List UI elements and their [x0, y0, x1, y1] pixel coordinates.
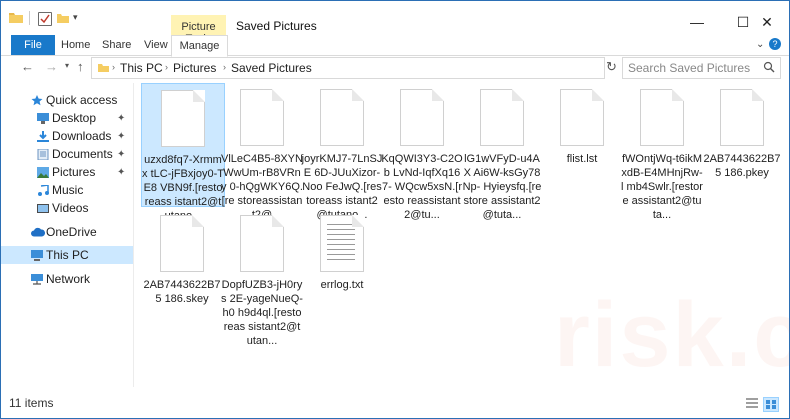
status-bar: 11 items	[1, 390, 789, 418]
customize-toolbar-icon[interactable]: ▾	[73, 12, 78, 26]
text-line	[327, 229, 355, 230]
file-item[interactable]: VlLeC4B5-8XYN WwUm-rB8VRny 0-hQgWKY6Q.[r…	[221, 83, 303, 222]
search-icon[interactable]	[763, 61, 775, 73]
search-box[interactable]: Search Saved Pictures	[622, 57, 781, 79]
computer-icon	[31, 249, 43, 261]
sidebar-item-videos[interactable]: Videos	[1, 199, 133, 217]
recent-locations-icon[interactable]: ▾	[65, 61, 69, 70]
folder-icon	[98, 64, 109, 72]
text-line	[327, 234, 355, 235]
file-icon	[320, 89, 364, 146]
new-folder-icon[interactable]	[57, 13, 69, 23]
ribbon-tabs: File Home Share View Manage ⌄ ?	[1, 35, 789, 57]
file-icon	[400, 89, 444, 146]
text-line	[327, 224, 355, 225]
pin-icon[interactable]: ✦	[117, 131, 125, 142]
pin-icon[interactable]: ✦	[117, 149, 125, 160]
file-icon	[161, 90, 205, 147]
desktop-icon	[37, 112, 49, 124]
breadcrumb-separator[interactable]: ›	[112, 62, 115, 72]
file-item[interactable]: KqQWI3Y3-C2Ob LvNd-IqfXq167- WQcw5xsN.[r…	[381, 83, 463, 222]
text-line	[327, 254, 355, 255]
tab-share[interactable]: Share	[102, 35, 131, 55]
refresh-icon[interactable]: ↻	[606, 59, 617, 75]
file-icon	[240, 89, 284, 146]
file-item[interactable]: lG1wVFyD-u4AX Ai6W-ksGy78Np- Hyieysfq.[r…	[461, 83, 543, 222]
file-item[interactable]: fWOntjWq-t6ikM xdB-E4MHnjRw-l mb4Swlr.[r…	[621, 83, 703, 222]
text-line	[327, 249, 355, 250]
documents-icon	[37, 148, 49, 160]
sidebar-item-network[interactable]: Network	[1, 270, 133, 288]
file-list: uzxd8fq7-Xrmmx tLC-jFBxjoy0-TE8 VBN9f.[r…	[134, 83, 790, 387]
folder-icon[interactable]	[9, 12, 23, 23]
file-icon	[160, 215, 204, 272]
back-arrow-icon[interactable]: ←	[21, 59, 34, 74]
file-icon	[560, 89, 604, 146]
breadcrumb-pictures[interactable]: Pictures	[173, 61, 216, 75]
file-item[interactable]: 2AB7443622B75 186.pkey	[701, 83, 783, 180]
text-line	[327, 239, 355, 240]
text-line	[327, 259, 355, 260]
sidebar-item-this-pc[interactable]: This PC	[1, 246, 133, 264]
file-item[interactable]: joyrKMJ7-7LnSJE 6D-JUuXizor-Noo FeJwQ.[r…	[301, 83, 383, 222]
videos-icon	[37, 203, 49, 213]
file-icon	[480, 89, 524, 146]
file-item[interactable]: flist.lst	[541, 83, 623, 166]
tab-manage[interactable]: Manage	[171, 35, 228, 57]
up-arrow-icon[interactable]: ↑	[77, 59, 84, 74]
downloads-icon	[37, 130, 49, 142]
properties-icon[interactable]	[38, 12, 52, 26]
breadcrumb-separator[interactable]: ›	[165, 62, 168, 72]
file-item[interactable]: errlog.txt	[301, 209, 383, 292]
navigation-pane: Quick access Desktop ✦ Downloads ✦ Docum…	[1, 83, 134, 387]
details-view-icon[interactable]	[745, 397, 759, 410]
sidebar-item-quick-access[interactable]: Quick access	[1, 91, 133, 109]
file-icon	[240, 215, 284, 272]
tab-view[interactable]: View	[144, 35, 168, 55]
title-bar: ▾ Picture Tools Saved Pictures — ☐ ✕	[1, 1, 790, 45]
breadcrumb-this-pc[interactable]: This PC	[120, 61, 163, 75]
file-item[interactable]: 2AB7443622B75 186.skey	[141, 209, 223, 306]
sidebar-item-pictures[interactable]: Pictures ✦	[1, 163, 133, 181]
minimize-button[interactable]: —	[674, 9, 720, 35]
cloud-icon	[31, 227, 45, 236]
file-icon	[720, 89, 764, 146]
pin-icon[interactable]: ✦	[117, 167, 125, 178]
watermark: risk.com	[554, 284, 790, 386]
expand-ribbon-icon[interactable]: ⌄	[756, 39, 764, 50]
item-count: 11 items	[9, 396, 54, 410]
sidebar-item-desktop[interactable]: Desktop ✦	[1, 109, 133, 127]
sidebar-item-documents[interactable]: Documents ✦	[1, 145, 133, 163]
network-icon	[31, 273, 43, 285]
navigation-bar: ← → ▾ ↑ › This PC › Pictures › Saved Pic…	[1, 56, 789, 80]
help-icon[interactable]: ?	[769, 38, 781, 50]
search-input[interactable]: Search Saved Pictures	[628, 61, 750, 75]
breadcrumb-saved-pictures[interactable]: Saved Pictures	[231, 61, 312, 75]
forward-arrow-icon[interactable]: →	[45, 59, 58, 74]
file-item[interactable]: uzxd8fq7-Xrmmx tLC-jFBxjoy0-TE8 VBN9f.[r…	[141, 83, 225, 222]
music-icon	[38, 184, 49, 196]
sidebar-item-music[interactable]: Music	[1, 181, 133, 199]
pictures-icon	[37, 166, 49, 178]
star-icon	[31, 94, 43, 105]
pin-icon[interactable]: ✦	[117, 113, 125, 124]
tab-file[interactable]: File	[11, 35, 55, 55]
large-icons-view-icon[interactable]	[763, 397, 779, 412]
toolbar-divider	[29, 11, 30, 25]
explorer-window: ▾ Picture Tools Saved Pictures — ☐ ✕ Fil…	[0, 0, 790, 419]
window-title: Saved Pictures	[236, 19, 317, 33]
breadcrumb-separator[interactable]: ›	[223, 62, 226, 72]
text-line	[327, 244, 355, 245]
text-file-icon	[320, 215, 364, 272]
file-item[interactable]: DopfUZB3-jH0rys 2E-yageNueQ-h0 h9d4ql.[r…	[221, 209, 303, 348]
sidebar-item-onedrive[interactable]: OneDrive	[1, 223, 133, 241]
sidebar-item-downloads[interactable]: Downloads ✦	[1, 127, 133, 145]
tab-home[interactable]: Home	[61, 35, 90, 55]
file-icon	[640, 89, 684, 146]
address-bar[interactable]: › This PC › Pictures › Saved Pictures ▾	[91, 57, 682, 79]
close-button[interactable]: ✕	[744, 9, 790, 35]
